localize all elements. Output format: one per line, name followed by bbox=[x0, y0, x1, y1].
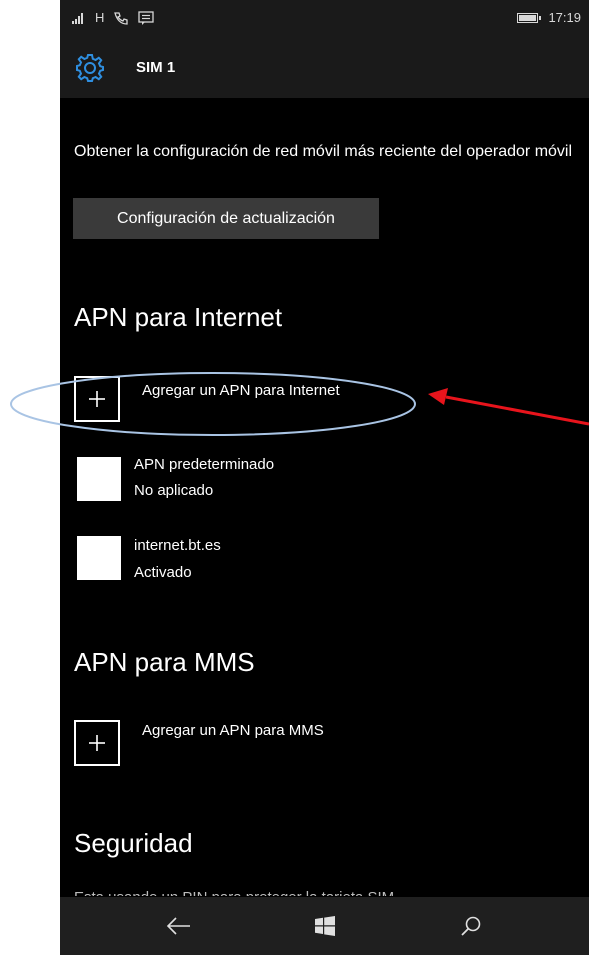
plus-icon bbox=[89, 391, 105, 407]
update-description: Obtener la configuración de red móvil má… bbox=[74, 143, 573, 160]
apn-status: No aplicado bbox=[134, 482, 214, 499]
missed-call-icon bbox=[114, 11, 129, 25]
phone-screen: H 17:19 SIM 1 Obtener la configuración d… bbox=[60, 0, 589, 955]
status-left-icons: H bbox=[72, 10, 155, 25]
start-button[interactable] bbox=[310, 911, 340, 941]
clock: 17:19 bbox=[548, 10, 581, 25]
windows-logo-icon bbox=[315, 916, 335, 936]
back-button[interactable] bbox=[164, 911, 194, 941]
apn-checkbox[interactable] bbox=[77, 536, 121, 580]
add-internet-apn-label[interactable]: Agregar un APN para Internet bbox=[142, 382, 340, 399]
network-type-label: H bbox=[95, 10, 105, 25]
battery-icon bbox=[517, 12, 542, 23]
search-icon bbox=[461, 916, 481, 936]
security-description-cutoff: Esta usando un PIN para proteger la tarj… bbox=[74, 886, 394, 896]
back-arrow-icon bbox=[166, 917, 190, 935]
add-mms-apn-label[interactable]: Agregar un APN para MMS bbox=[142, 722, 324, 739]
message-icon bbox=[138, 10, 155, 25]
update-settings-button[interactable]: Configuración de actualización bbox=[73, 198, 379, 239]
apn-title: APN predeterminado bbox=[134, 456, 275, 473]
plus-icon bbox=[89, 735, 105, 751]
navigation-bar bbox=[60, 897, 589, 955]
apn-status: Activado bbox=[134, 564, 192, 581]
mms-apn-heading: APN para MMS bbox=[74, 647, 255, 677]
security-heading: Seguridad bbox=[74, 828, 193, 858]
page-title: SIM 1 bbox=[136, 59, 176, 76]
apn-checkbox[interactable] bbox=[77, 457, 121, 501]
page-header: SIM 1 bbox=[60, 40, 589, 98]
signal-icon bbox=[72, 12, 83, 24]
add-mms-apn-button[interactable] bbox=[74, 720, 120, 766]
apn-title: internet.bt.es bbox=[134, 537, 221, 554]
internet-apn-heading: APN para Internet bbox=[74, 302, 283, 332]
status-right: 17:19 bbox=[517, 10, 581, 25]
add-internet-apn-button[interactable] bbox=[74, 376, 120, 422]
status-bar: H 17:19 bbox=[60, 0, 589, 40]
gear-icon bbox=[76, 54, 104, 82]
battery-level bbox=[519, 14, 536, 21]
search-button[interactable] bbox=[456, 911, 486, 941]
